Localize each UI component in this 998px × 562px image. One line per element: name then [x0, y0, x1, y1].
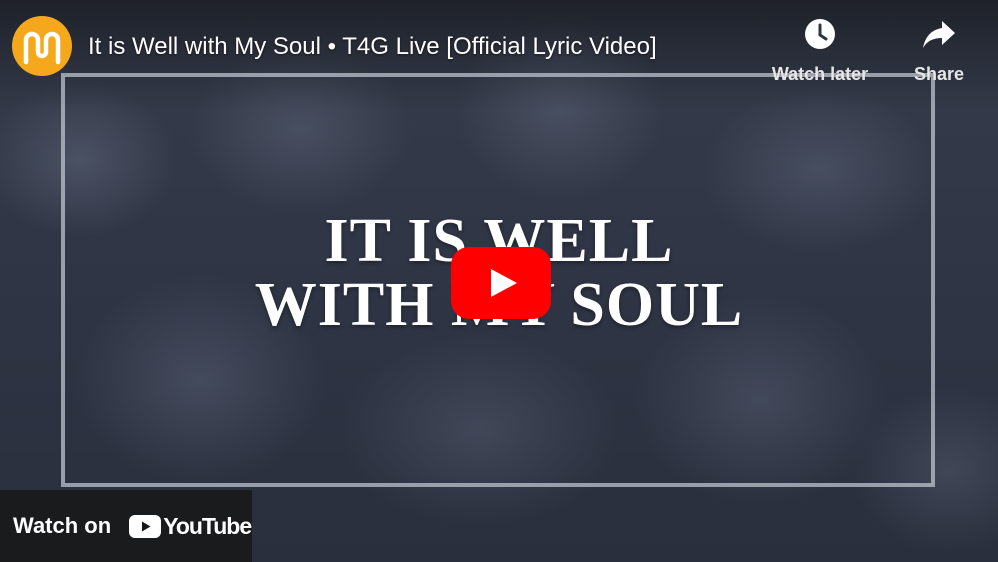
- watch-on-label: Watch on: [13, 513, 112, 538]
- share-label: Share: [913, 64, 965, 84]
- youtube-logo-icon: [129, 514, 162, 538]
- youtube-logo: YouTube: [129, 512, 252, 540]
- channel-avatar[interactable]: [12, 16, 72, 76]
- video-player[interactable]: IT IS WELL WITH MY SOUL It is Well with …: [0, 0, 998, 562]
- youtube-play-icon: [451, 247, 551, 319]
- watch-later-label: Watch later: [771, 64, 869, 84]
- clock-icon: [800, 14, 840, 54]
- watch-later-button[interactable]: Watch later: [766, 14, 874, 85]
- video-title[interactable]: It is Well with My Soul • T4G Live [Offi…: [88, 33, 657, 61]
- share-button[interactable]: Share: [906, 14, 972, 85]
- youtube-wordmark: YouTube: [163, 512, 252, 539]
- watch-on-youtube-button[interactable]: Watch on YouTube: [0, 490, 252, 562]
- play-button[interactable]: [451, 247, 551, 319]
- share-arrow-icon: [919, 14, 959, 54]
- channel-logo-icon: [23, 31, 61, 65]
